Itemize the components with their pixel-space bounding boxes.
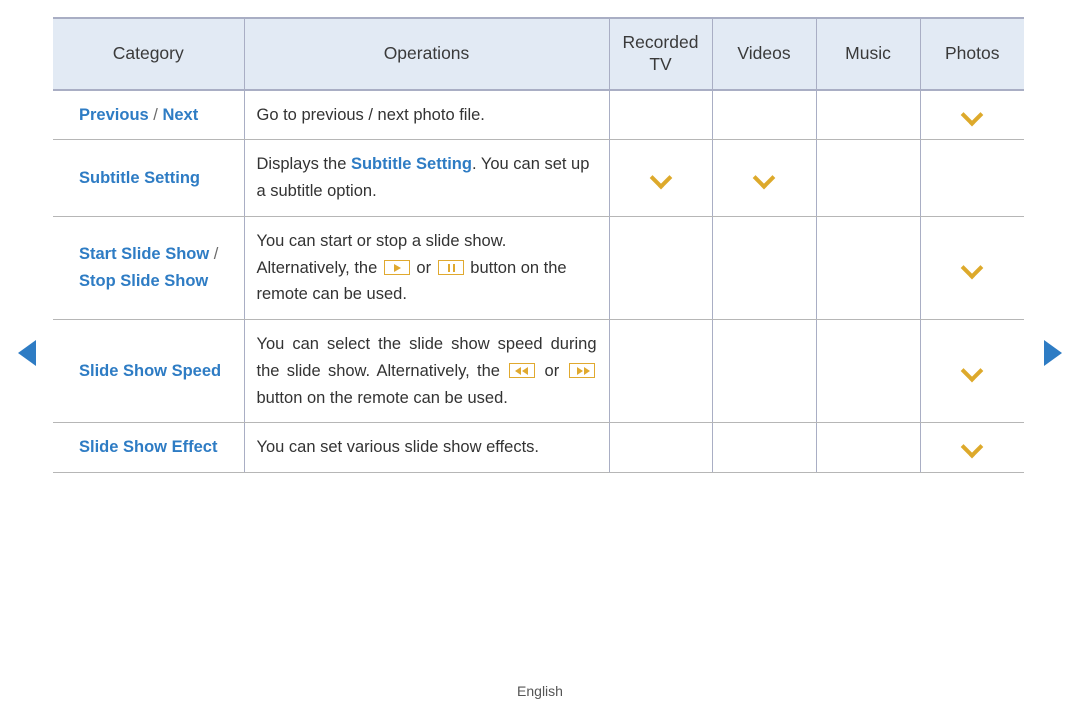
category-separator: / — [148, 105, 163, 124]
row-operations-slide-show-speed: You can select the slide show speed duri… — [243, 319, 609, 424]
cell-music — [815, 216, 920, 321]
chevron-down-icon — [753, 170, 775, 183]
category-label-start-slide-show: Start Slide Show — [79, 245, 210, 264]
table-row: Subtitle Setting Displays the Subtitle S… — [53, 139, 1024, 217]
triangle-right-icon[interactable] — [1044, 340, 1062, 366]
cell-photos — [919, 89, 1024, 141]
row-operations-subtitle-setting: Displays the Subtitle Setting. You can s… — [243, 139, 609, 217]
chevron-down-icon — [961, 260, 983, 273]
operations-text-seg3: button on the remote can be used. — [256, 388, 508, 407]
cell-photos — [919, 422, 1024, 473]
category-label-next: Next — [162, 105, 199, 124]
row-category-slide-show-speed: Slide Show Speed — [53, 319, 244, 424]
cell-music — [815, 139, 920, 217]
triangle-left-icon[interactable] — [18, 340, 36, 366]
rewind-button-icon — [509, 362, 536, 378]
row-operations-start-stop-slide-show: You can start or stop a slide show. Alte… — [243, 216, 609, 321]
operations-highlight: Subtitle Setting — [350, 155, 472, 174]
operations-text-pre: Displays the — [256, 155, 351, 174]
play-button-icon — [383, 259, 410, 275]
column-header-music: Music — [815, 17, 920, 91]
cell-videos — [711, 89, 816, 141]
cell-recorded-tv — [608, 89, 712, 141]
recorded-tv-line2: TV — [649, 53, 672, 74]
footer-language-label: English — [517, 683, 563, 699]
chevron-down-icon — [961, 107, 983, 120]
table-row: Previous / Next Go to previous / next ph… — [53, 89, 1024, 141]
category-label-stop-slide-show: Stop Slide Show — [79, 271, 209, 290]
row-category-previous-next: Previous / Next — [53, 89, 244, 141]
cell-recorded-tv — [608, 422, 712, 473]
column-header-category: Category — [53, 17, 244, 91]
row-category-start-stop-slide-show: Start Slide Show / Stop Slide Show — [53, 216, 244, 321]
guide-table-container: Category Operations Recorded TV Videos M… — [53, 17, 1024, 473]
table-body: Previous / Next Go to previous / next ph… — [53, 89, 1024, 473]
cell-recorded-tv — [608, 139, 712, 217]
row-category-slide-show-effect: Slide Show Effect — [53, 422, 244, 473]
table-header: Category Operations Recorded TV Videos M… — [53, 17, 1024, 91]
cell-recorded-tv — [608, 216, 712, 321]
row-operations-slide-show-effect: You can set various slide show effects. — [243, 422, 609, 473]
column-header-photos: Photos — [919, 17, 1024, 91]
cell-videos — [711, 319, 816, 424]
row-category-subtitle-setting: Subtitle Setting — [53, 139, 244, 217]
operations-text-seg2: or — [411, 258, 436, 277]
table-row: Start Slide Show / Stop Slide Show You c… — [53, 216, 1024, 321]
column-header-videos: Videos — [711, 17, 816, 91]
cell-music — [815, 422, 920, 473]
column-header-recorded-tv: Recorded TV — [608, 17, 712, 91]
cell-recorded-tv — [608, 319, 712, 424]
cell-music — [815, 89, 920, 141]
row-operations-previous-next: Go to previous / next photo file. — [243, 89, 609, 141]
chevron-down-icon — [650, 170, 672, 183]
category-label-previous: Previous — [79, 105, 149, 124]
table-row: Slide Show Effect You can set various sl… — [53, 422, 1024, 473]
chevron-down-icon — [961, 439, 983, 452]
pause-button-icon — [437, 259, 464, 275]
media-operations-table: Category Operations Recorded TV Videos M… — [53, 17, 1024, 473]
column-header-operations: Operations — [243, 17, 609, 91]
cell-videos — [711, 216, 816, 321]
cell-photos — [919, 319, 1024, 424]
chevron-down-icon — [961, 363, 983, 376]
cell-videos — [711, 422, 816, 473]
cell-photos — [919, 216, 1024, 321]
cell-videos — [711, 139, 816, 217]
recorded-tv-line1: Recorded — [622, 32, 699, 52]
cell-music — [815, 319, 920, 424]
table-header-row: Category Operations Recorded TV Videos M… — [53, 17, 1024, 91]
cell-photos — [919, 139, 1024, 217]
table-row: Slide Show Speed You can select the slid… — [53, 319, 1024, 424]
fast-forward-button-icon — [568, 362, 595, 378]
category-separator: / — [209, 245, 219, 264]
operations-text-seg2: or — [537, 361, 567, 380]
